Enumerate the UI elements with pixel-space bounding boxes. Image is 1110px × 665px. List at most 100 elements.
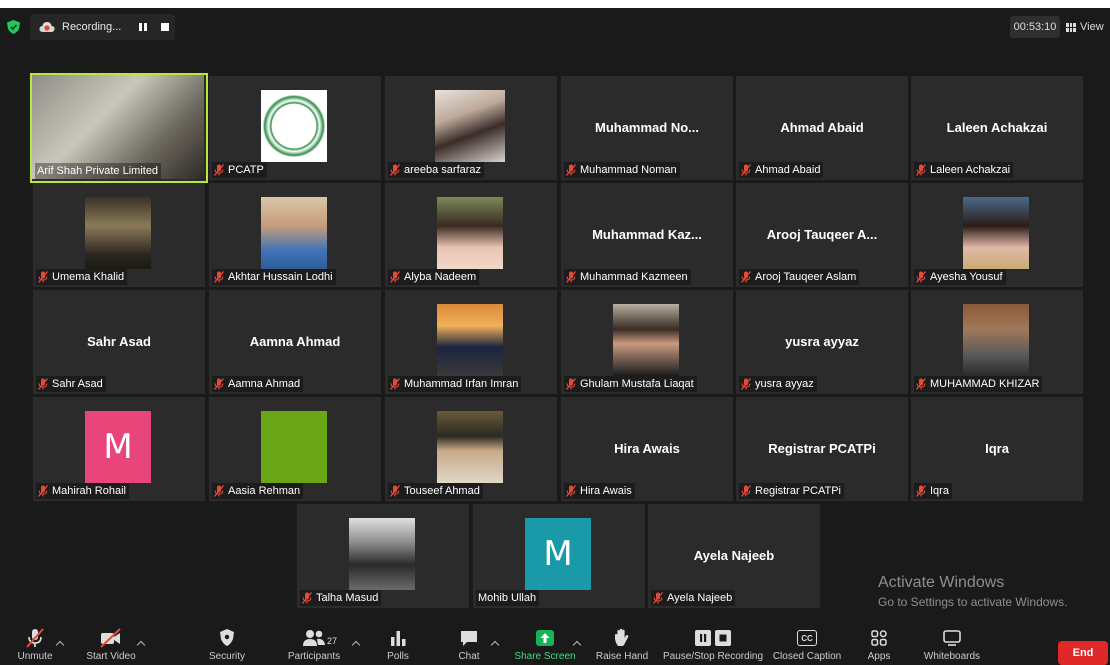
- apps-button[interactable]: Apps: [864, 625, 894, 665]
- muted-mic-icon: [301, 592, 313, 604]
- participant-name-label: Registrar PCATPi: [739, 483, 844, 499]
- participant-tile[interactable]: M Mohib Ullah: [473, 504, 645, 608]
- participant-photo: [437, 197, 503, 269]
- participant-name-label: Aasia Rehman: [212, 483, 304, 499]
- participant-tile[interactable]: Muhammad No... Muhammad Noman: [561, 76, 733, 180]
- participant-name: Talha Masud: [316, 592, 379, 604]
- closed-caption-button[interactable]: CC Closed Caption: [772, 625, 842, 665]
- whiteboards-button[interactable]: Whiteboards: [920, 625, 984, 665]
- pause-recording-icon[interactable]: [139, 23, 147, 31]
- participant-tile[interactable]: Ahmad Abaid Ahmad Abaid: [736, 76, 908, 180]
- security-button[interactable]: Security: [206, 625, 248, 665]
- muted-mic-icon: [915, 378, 927, 390]
- participant-tile[interactable]: Umema Khalid: [33, 183, 205, 287]
- participant-name-label: Umema Khalid: [36, 269, 128, 285]
- unmute-button[interactable]: Unmute: [12, 625, 58, 665]
- meeting-top-bar: Recording... 00:53:10 View: [0, 8, 1110, 46]
- participant-name: Ayela Najeeb: [667, 592, 733, 604]
- participant-name: Ghulam Mustafa Liaqat: [580, 378, 694, 390]
- activate-windows-watermark: Activate Windows Go to Settings to activ…: [878, 574, 1067, 609]
- raise-hand-button[interactable]: Raise Hand: [596, 625, 648, 665]
- participant-name: MUHAMMAD KHIZAR: [930, 378, 1040, 390]
- participant-name-label: Iqra: [914, 483, 952, 499]
- participant-display-name: Ayela Najeeb: [693, 548, 775, 563]
- video-off-icon: [100, 628, 121, 648]
- muted-mic-icon: [37, 271, 49, 283]
- participant-tile[interactable]: PCATP: [209, 76, 381, 180]
- participant-tile[interactable]: Arooj Tauqeer A... Arooj Tauqeer Aslam: [736, 183, 908, 287]
- muted-mic-icon: [213, 485, 225, 497]
- participants-label: Participants: [287, 651, 341, 662]
- participant-display-name: yusra ayyaz: [785, 334, 859, 349]
- muted-mic-icon: [37, 485, 49, 497]
- participant-tile[interactable]: Ghulam Mustafa Liaqat: [561, 290, 733, 394]
- participant-tile[interactable]: Aamna Ahmad Aamna Ahmad: [209, 290, 381, 394]
- participant-tile[interactable]: Ayela Najeeb Ayela Najeeb: [648, 504, 820, 608]
- participant-tile[interactable]: Sahr Asad Sahr Asad: [33, 290, 205, 394]
- participant-name-label: Ayela Najeeb: [651, 590, 736, 606]
- participant-photo: [261, 90, 327, 162]
- participant-tile[interactable]: yusra ayyaz yusra ayyaz: [736, 290, 908, 394]
- muted-mic-icon: [740, 378, 752, 390]
- participant-tile[interactable]: areeba sarfaraz: [385, 76, 557, 180]
- participant-tile[interactable]: Aasia Rehman: [209, 397, 381, 501]
- participant-name: Aasia Rehman: [228, 485, 301, 497]
- participant-name-label: Hira Awais: [564, 483, 635, 499]
- start-video-button[interactable]: Start Video: [84, 625, 138, 665]
- participant-display-name: Muhammad Kaz...: [592, 227, 702, 242]
- muted-mic-icon: [213, 271, 225, 283]
- participant-display-name: Sahr Asad: [87, 334, 151, 349]
- participant-name-label: MUHAMMAD KHIZAR: [914, 376, 1043, 392]
- pause-stop-recording-button[interactable]: Pause/Stop Recording: [662, 625, 764, 665]
- participant-tile[interactable]: Alyba Nadeem: [385, 183, 557, 287]
- recording-label: Recording...: [62, 21, 122, 33]
- participant-tile[interactable]: Laleen Achakzai Laleen Achakzai: [911, 76, 1083, 180]
- pause-stop-recording-label: Pause/Stop Recording: [662, 651, 764, 662]
- muted-mic-icon: [915, 164, 927, 176]
- muted-mic-icon: [740, 271, 752, 283]
- apps-label: Apps: [867, 651, 891, 662]
- recording-indicator[interactable]: Recording...: [30, 14, 175, 40]
- muted-mic-icon: [213, 378, 225, 390]
- end-meeting-button[interactable]: End: [1058, 641, 1108, 665]
- participant-tile[interactable]: Ayesha Yousuf: [911, 183, 1083, 287]
- muted-mic-icon: [565, 378, 577, 390]
- muted-mic-icon: [389, 271, 401, 283]
- participant-tile[interactable]: Hira Awais Hira Awais: [561, 397, 733, 501]
- participant-tile[interactable]: Registrar PCATPi Registrar PCATPi: [736, 397, 908, 501]
- participant-name-label: Mahirah Rohail: [36, 483, 129, 499]
- participant-tile[interactable]: Muhammad Kaz... Muhammad Kazmeen: [561, 183, 733, 287]
- participant-tile[interactable]: M Mahirah Rohail: [33, 397, 205, 501]
- start-video-label: Start Video: [86, 651, 136, 662]
- participant-name: areeba sarfaraz: [404, 164, 482, 176]
- participant-name: Arooj Tauqeer Aslam: [755, 271, 857, 283]
- polls-button[interactable]: Polls: [384, 625, 412, 665]
- participant-tile[interactable]: MUHAMMAD KHIZAR: [911, 290, 1083, 394]
- muted-mic-icon: [389, 485, 401, 497]
- shield-icon[interactable]: [7, 20, 20, 34]
- participant-name: Ahmad Abaid: [755, 164, 821, 176]
- participant-tile[interactable]: Muhammad Irfan Imran: [385, 290, 557, 394]
- participant-avatar: M: [85, 411, 151, 483]
- participant-name-label: Laleen Achakzai: [914, 162, 1014, 178]
- participant-tile[interactable]: Iqra Iqra: [911, 397, 1083, 501]
- participant-name-label: yusra ayyaz: [739, 376, 817, 392]
- participant-name: Alyba Nadeem: [404, 271, 477, 283]
- participant-name-label: PCATP: [212, 162, 267, 178]
- participant-tile[interactable]: Akhtar Hussain Lodhi: [209, 183, 381, 287]
- view-button[interactable]: View: [1066, 16, 1104, 38]
- video-options-chevron-icon[interactable]: [136, 640, 146, 650]
- participant-name-label: Muhammad Irfan Imran: [388, 376, 522, 392]
- chat-button[interactable]: Chat: [456, 625, 482, 665]
- participants-options-chevron-icon[interactable]: [351, 640, 361, 650]
- chat-options-chevron-icon[interactable]: [490, 640, 500, 650]
- participant-display-name: Laleen Achakzai: [946, 120, 1048, 135]
- participant-avatar: M: [525, 518, 591, 590]
- participant-tile[interactable]: Talha Masud: [297, 504, 469, 608]
- stop-recording-icon[interactable]: [161, 23, 169, 31]
- share-screen-button[interactable]: Share Screen: [514, 625, 576, 665]
- participant-tile[interactable]: Arif Shah Private Limited: [30, 73, 208, 183]
- participant-tile[interactable]: Touseef Ahmad: [385, 397, 557, 501]
- cloud-recording-icon: [39, 22, 55, 32]
- security-label: Security: [208, 651, 246, 662]
